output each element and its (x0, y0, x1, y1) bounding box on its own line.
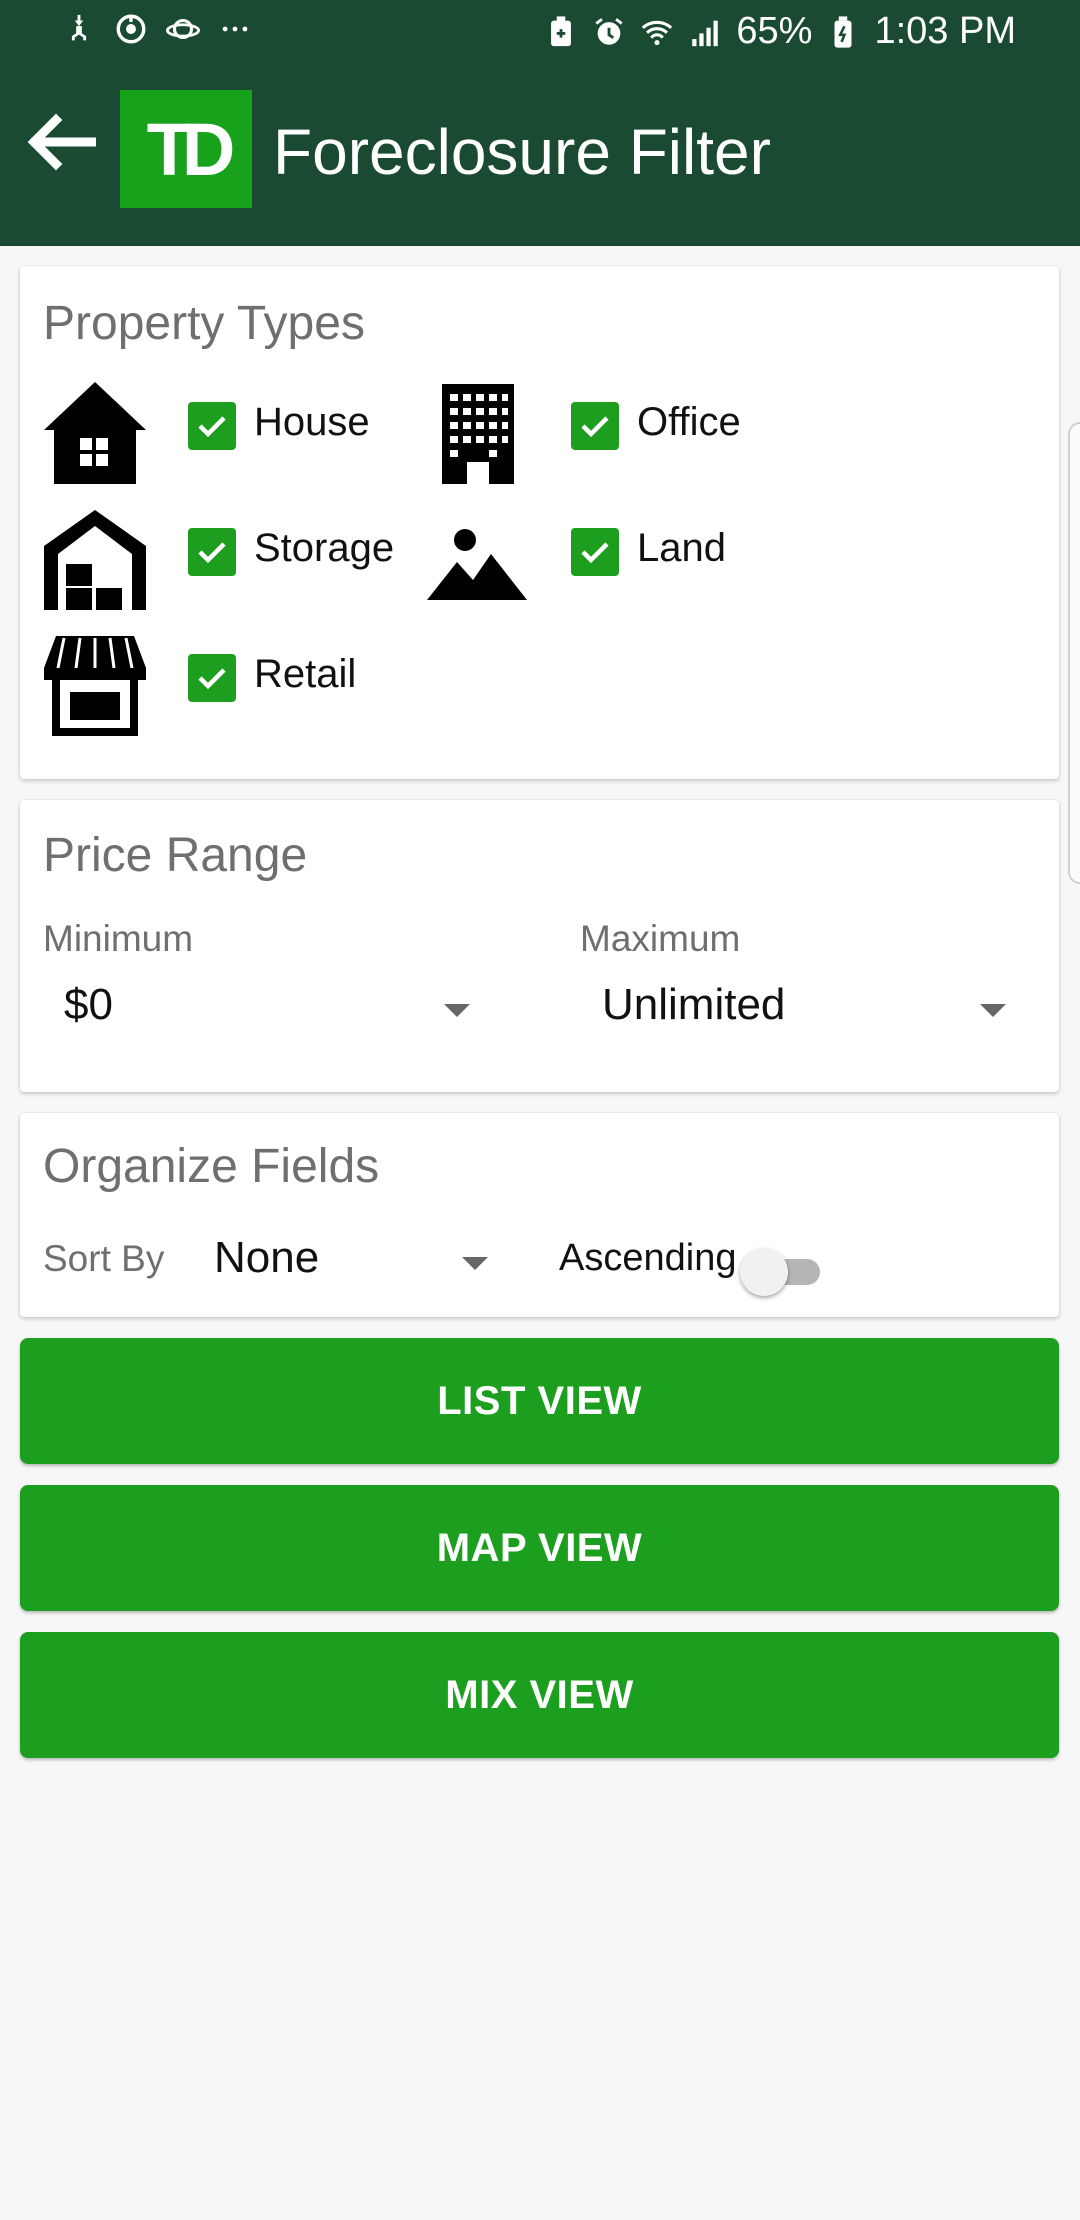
mix-view-button[interactable]: MIX VIEW (20, 1632, 1059, 1758)
list-view-button[interactable]: LIST VIEW (20, 1338, 1059, 1464)
status-time: 1:03 PM (874, 10, 1016, 52)
ascending-toggle[interactable] (740, 1242, 840, 1302)
status-bar: 65% 1:03 PM (0, 0, 1080, 66)
land-checkbox[interactable] (571, 528, 619, 576)
office-checkbox[interactable] (571, 402, 619, 450)
property-type-retail[interactable]: Retail (42, 632, 422, 742)
organize-fields-card: Organize Fields Sort By None Ascending (20, 1113, 1059, 1317)
battery-saver-icon (551, 15, 572, 46)
property-type-storage[interactable]: Storage (42, 506, 422, 616)
minimum-value: $0 (64, 980, 113, 1029)
storage-icon (44, 510, 146, 610)
td-logo: TD (120, 90, 252, 208)
dropdown-caret-icon (980, 1004, 1006, 1017)
planet-icon (166, 18, 200, 40)
office-label: Office (637, 400, 741, 444)
map-view-button[interactable]: MAP VIEW (20, 1485, 1059, 1611)
edge-panel-handle[interactable] (1068, 422, 1080, 884)
battery-icon (834, 15, 852, 48)
property-type-office[interactable]: Office (425, 380, 825, 490)
property-types-card: Property Types House Office Storage Land… (20, 266, 1059, 779)
minimum-select[interactable]: $0 (40, 970, 490, 1050)
maximum-select[interactable]: Unlimited (580, 970, 1040, 1050)
sort-by-value: None (214, 1233, 320, 1282)
dropdown-caret-icon (444, 1004, 470, 1017)
property-type-land[interactable]: Land (425, 506, 825, 616)
alarm-icon (595, 17, 624, 45)
house-checkbox[interactable] (188, 402, 236, 450)
ascending-label: Ascending (559, 1237, 737, 1279)
maximum-value: Unlimited (602, 980, 786, 1029)
checkmark-icon (581, 542, 609, 564)
more-dots-icon (222, 26, 248, 32)
sync-icon (116, 14, 146, 44)
wifi-icon (642, 20, 673, 45)
retail-checkbox[interactable] (188, 654, 236, 702)
checkmark-icon (198, 668, 226, 690)
house-label: House (254, 400, 370, 444)
retail-store-icon (44, 636, 146, 736)
checkmark-icon (198, 542, 226, 564)
land-icon (427, 529, 527, 600)
organize-fields-title: Organize Fields (43, 1140, 380, 1193)
storage-checkbox[interactable] (188, 528, 236, 576)
maximum-label: Maximum (580, 918, 741, 959)
property-types-title: Property Types (43, 297, 365, 350)
price-range-card: Price Range Minimum Maximum $0 Unlimited (20, 800, 1059, 1092)
sort-by-label: Sort By (43, 1238, 165, 1279)
sort-by-select[interactable]: None (210, 1223, 530, 1299)
signal-icon (692, 20, 719, 46)
storage-label: Storage (254, 526, 395, 570)
checkmark-icon (198, 416, 226, 438)
land-label: Land (637, 526, 726, 570)
price-range-title: Price Range (43, 829, 308, 882)
battery-percent: 65% (736, 10, 813, 52)
office-building-icon (442, 384, 514, 484)
retail-label: Retail (254, 652, 357, 696)
house-icon (44, 382, 146, 484)
page-title: Foreclosure Filter (273, 116, 771, 188)
top-bar: 65% 1:03 PM TD Foreclosure Filter (0, 0, 1080, 246)
checkmark-icon (581, 416, 609, 438)
minimum-label: Minimum (43, 918, 194, 959)
property-type-house[interactable]: House (42, 380, 422, 490)
dropdown-caret-icon (462, 1257, 488, 1270)
usb-icon (71, 14, 87, 41)
back-arrow-icon[interactable] (24, 112, 96, 172)
toggle-thumb (740, 1248, 788, 1296)
